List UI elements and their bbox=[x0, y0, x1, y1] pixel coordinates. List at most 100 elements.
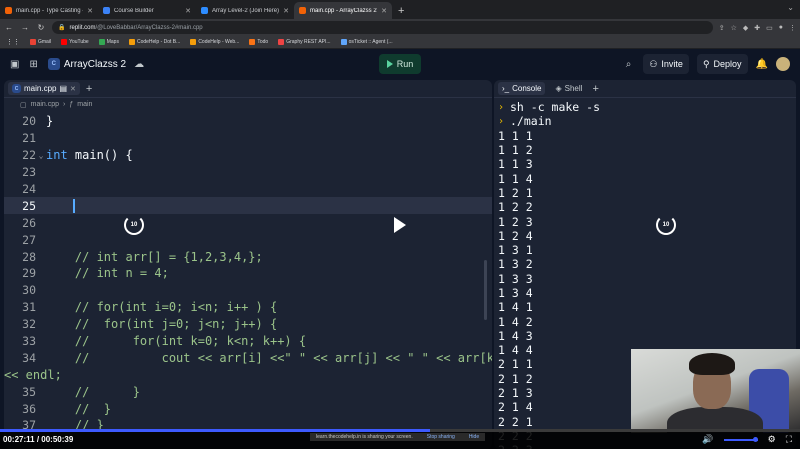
breadcrumb-symbol[interactable]: main bbox=[77, 101, 92, 108]
video-progress[interactable] bbox=[0, 429, 800, 432]
line-number: 35 bbox=[22, 384, 36, 399]
bookmark-label: CodeHelp - Dot B... bbox=[136, 39, 181, 45]
console-output-line: 1 3 2 bbox=[498, 257, 533, 272]
code-line: 31 // for(int i=0; i<n; i++ ) { bbox=[4, 299, 492, 316]
browser-tab[interactable]: main.cpp - ArrayClazss 2 - Re ✕ bbox=[294, 2, 392, 19]
code-line: 23 bbox=[4, 164, 492, 181]
editor-scrollbar[interactable] bbox=[484, 260, 487, 320]
reload-icon[interactable]: ↻ bbox=[36, 23, 46, 32]
volume-icon[interactable]: 🔊 bbox=[702, 434, 713, 445]
code-text: << endl; bbox=[4, 367, 62, 382]
sidebar-toggle-icon[interactable]: ▣ bbox=[10, 59, 19, 70]
fullscreen-icon[interactable]: ⛶ bbox=[786, 434, 792, 445]
line-number: 33 bbox=[22, 334, 36, 349]
share-icon[interactable]: ⇪ bbox=[719, 24, 725, 32]
settings-icon[interactable]: ⚙ bbox=[768, 434, 776, 445]
bookmark-star-icon[interactable]: ☆ bbox=[731, 24, 737, 32]
new-tab-button[interactable]: + bbox=[392, 5, 410, 19]
breadcrumb-file[interactable]: main.cpp bbox=[31, 101, 59, 108]
browser-tab[interactable]: main.cpp - Type Casting - Rep ✕ bbox=[0, 2, 98, 19]
video-play-button[interactable] bbox=[390, 215, 410, 235]
code-text: // for(int j=0; j<n; j++) { bbox=[46, 317, 278, 332]
line-number: 34 bbox=[22, 350, 36, 365]
invite-label: Invite bbox=[661, 59, 683, 69]
file-outline-icon[interactable]: ▤ bbox=[59, 84, 67, 93]
avatar[interactable] bbox=[776, 57, 790, 71]
forward-icon[interactable]: → bbox=[20, 23, 30, 32]
replay-10-back-icon[interactable]: 10 bbox=[124, 215, 144, 235]
browser-tab-strip: main.cpp - Type Casting - Rep✕Course Bui… bbox=[0, 0, 800, 19]
menu-icon[interactable]: ⋮ bbox=[789, 24, 796, 32]
puzzle-icon[interactable]: ✚ bbox=[754, 24, 760, 32]
bookmark-item[interactable]: Graphy REST API... bbox=[278, 39, 331, 45]
close-icon[interactable]: ✕ bbox=[70, 85, 76, 93]
add-tab-icon[interactable]: + bbox=[592, 83, 598, 95]
tab-main-cpp[interactable]: C main.cpp ▤ ✕ bbox=[8, 82, 80, 95]
console-output-line: 1 3 3 bbox=[498, 271, 533, 286]
invite-button[interactable]: ⚇ Invite bbox=[643, 54, 689, 74]
browser-tab[interactable]: Course Builder ✕ bbox=[98, 2, 196, 19]
sidepanel-icon[interactable]: ▭ bbox=[766, 24, 773, 32]
run-button[interactable]: Run bbox=[379, 54, 421, 74]
tab-favicon-icon bbox=[5, 7, 12, 14]
fold-chevron-icon[interactable]: ⌄ bbox=[36, 151, 46, 160]
tab-shell[interactable]: ◈ Shell bbox=[551, 82, 586, 95]
line-number: 29 bbox=[22, 266, 36, 281]
extension-icon[interactable]: ◆ bbox=[743, 24, 748, 32]
repl-menu-icon[interactable]: ⊞ bbox=[29, 59, 37, 70]
code-text: // for(int k=0; k<n; k++) { bbox=[46, 334, 307, 349]
bookmark-item[interactable]: osTicket :: Agent (... bbox=[340, 39, 393, 45]
close-icon[interactable]: ✕ bbox=[381, 7, 387, 15]
bookmark-item[interactable]: Todo bbox=[249, 39, 268, 45]
code-line: 34 // cout << arr[i] <<" " << arr[j] << … bbox=[4, 349, 492, 366]
browser-tab[interactable]: Array Level-2 (Join Here) ✕ bbox=[196, 2, 294, 19]
code-line: 33 // for(int k=0; k<n; k++) { bbox=[4, 333, 492, 350]
repl-name[interactable]: ArrayClazss 2 bbox=[64, 59, 126, 70]
close-icon[interactable]: ✕ bbox=[283, 7, 289, 15]
close-icon[interactable]: ✕ bbox=[87, 7, 93, 15]
url-host: replit.com bbox=[69, 24, 96, 31]
code-line: 29 // int n = 4; bbox=[4, 265, 492, 282]
bookmark-label: YouTube bbox=[69, 39, 89, 45]
url-path: /@LoveBabbar/ArrayClazss-2#main.cpp bbox=[95, 24, 203, 31]
video-time: 00:27:11 / 00:50:39 bbox=[3, 435, 73, 444]
bookmark-favicon-icon bbox=[61, 39, 68, 45]
webcam-overlay bbox=[631, 349, 800, 433]
stop-sharing-button[interactable]: Stop sharing bbox=[427, 434, 455, 440]
run-label: Run bbox=[396, 59, 414, 69]
bookmark-item[interactable]: Gmail bbox=[30, 39, 51, 45]
tab-console[interactable]: ›_ Console bbox=[498, 82, 546, 95]
console-output-line: 1 4 2 bbox=[498, 314, 533, 329]
replay-10-forward-icon[interactable]: 10 bbox=[656, 215, 676, 235]
close-icon[interactable]: ✕ bbox=[185, 7, 191, 15]
file-icon: ▢ bbox=[20, 101, 27, 109]
console-command: › sh -c make -s bbox=[498, 100, 792, 114]
line-number: 27 bbox=[22, 232, 36, 247]
volume-slider[interactable] bbox=[723, 436, 758, 442]
editor-panel: C main.cpp ▤ ✕ + ▢ main.cpp › ƒ main 20}… bbox=[4, 80, 492, 449]
function-icon: ƒ bbox=[69, 101, 74, 108]
deploy-button[interactable]: ⚲ Deploy bbox=[696, 54, 748, 74]
apps-grid-icon[interactable]: ⋮⋮ bbox=[6, 38, 20, 46]
url-input[interactable]: 🔒 replit.com/@LoveBabbar/ArrayClazss-2#m… bbox=[52, 21, 713, 34]
cpp-file-icon: C bbox=[12, 84, 21, 93]
line-number: 28 bbox=[22, 249, 36, 264]
code-text: // int n = 4; bbox=[46, 266, 169, 281]
back-icon[interactable]: ← bbox=[4, 23, 14, 32]
cpp-language-icon: C bbox=[47, 58, 60, 70]
deploy-icon: ⚲ bbox=[702, 58, 710, 69]
search-icon[interactable]: ⌕ bbox=[626, 59, 632, 70]
bell-icon[interactable]: 🔔 bbox=[756, 59, 768, 70]
bookmark-item[interactable]: Maps bbox=[98, 39, 119, 45]
profile-icon[interactable]: ● bbox=[779, 24, 783, 32]
code-area[interactable]: 20} 21 22 ⌄ int main() {23 24 25 26 27 28 // int … bbox=[4, 113, 492, 434]
window-controls[interactable]: ⌄ bbox=[787, 3, 794, 12]
add-tab-icon[interactable]: + bbox=[86, 83, 92, 95]
bookmark-item[interactable]: CodeHelp - Dot B... bbox=[128, 39, 181, 45]
bookmark-item[interactable]: YouTube bbox=[61, 39, 89, 45]
hide-button[interactable]: Hide bbox=[469, 434, 479, 440]
bookmark-label: osTicket :: Agent (... bbox=[348, 39, 393, 45]
browser-tab-label: Array Level-2 (Join Here) bbox=[212, 7, 280, 14]
bookmark-item[interactable]: CodeHelp - Web... bbox=[190, 39, 239, 45]
bookmark-favicon-icon bbox=[98, 39, 105, 45]
